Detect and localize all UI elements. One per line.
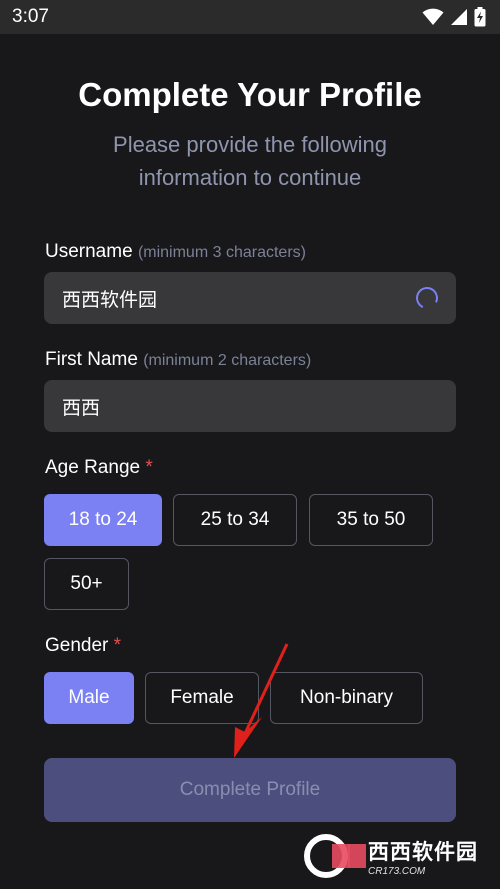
first-name-hint: (minimum 2 characters)	[143, 352, 312, 369]
age-option-25-34[interactable]: 25 to 34	[173, 494, 297, 546]
status-time: 3:07	[12, 6, 49, 27]
first-name-value: 西西	[62, 397, 101, 419]
loading-spinner-icon	[412, 283, 442, 313]
battery-charging-icon	[474, 7, 486, 27]
age-option-50-plus[interactable]: 50+	[44, 558, 129, 610]
wifi-icon	[422, 8, 444, 25]
watermark-subtext: CR173.COM	[368, 865, 426, 877]
username-hint: (minimum 3 characters)	[137, 244, 306, 261]
username-label: Username (minimum 3 characters)	[45, 241, 306, 263]
age-option-35-50[interactable]: 35 to 50	[309, 494, 433, 546]
complete-profile-button[interactable]: Complete Profile	[44, 758, 456, 822]
age-option-18-24[interactable]: 18 to 24	[44, 494, 162, 546]
age-range-required-mark: *	[145, 457, 153, 478]
status-bar: 3:07	[0, 0, 500, 34]
signal-icon	[451, 9, 467, 25]
age-range-label-text: Age Range	[45, 457, 141, 478]
profile-page: Complete Your Profile Please provide the…	[0, 34, 500, 889]
first-name-label: First Name (minimum 2 characters)	[45, 349, 311, 371]
age-range-label: Age Range *	[45, 457, 153, 479]
page-title: Complete Your Profile	[78, 76, 422, 113]
page-subtitle: Please provide the following information…	[113, 132, 387, 190]
watermark-logo: 西西软件园 CR173.COM	[302, 831, 488, 881]
first-name-input[interactable]: 西西	[44, 380, 456, 432]
username-value: 西西软件园	[62, 289, 158, 311]
gender-option-male[interactable]: Male	[44, 672, 134, 724]
watermark-text-group: 西西软件园 CR173.COM	[368, 836, 478, 877]
gender-label-text: Gender	[45, 635, 109, 656]
status-icons	[422, 7, 486, 27]
username-label-text: Username	[45, 241, 133, 262]
gender-option-non-binary[interactable]: Non-binary	[270, 672, 423, 724]
gender-required-mark: *	[113, 635, 122, 656]
gender-label: Gender *	[45, 635, 121, 657]
gender-option-female[interactable]: Female	[145, 672, 259, 724]
username-input[interactable]: 西西软件园	[44, 272, 456, 324]
watermark-text: 西西软件园	[368, 840, 478, 864]
first-name-label-text: First Name	[45, 349, 138, 370]
watermark-cr-logo	[304, 834, 366, 878]
